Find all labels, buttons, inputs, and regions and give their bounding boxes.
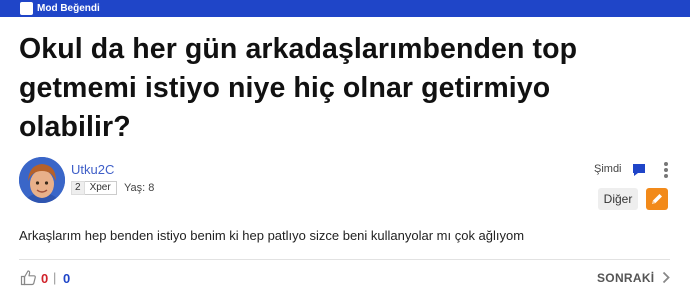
question-body: Arkaşlarım hep benden istiyo benim ki he… xyxy=(19,228,525,243)
post-time: Şimdi xyxy=(594,163,622,175)
top-bar: Mod Beğendi xyxy=(0,0,690,17)
check-badge-icon xyxy=(20,2,33,15)
divider xyxy=(19,259,670,260)
badge-label: Mod Beğendi xyxy=(37,3,100,14)
other-button[interactable]: Diğer xyxy=(598,188,638,210)
level-number: 2 xyxy=(71,181,85,195)
more-vertical-icon[interactable] xyxy=(663,161,669,179)
pencil-icon xyxy=(652,194,662,204)
question-title: Okul da her gün arkadaşlarımbenden top g… xyxy=(19,33,578,143)
chevron-right-icon[interactable] xyxy=(662,271,670,284)
level-name: Xper xyxy=(84,181,117,195)
vote-separator: | xyxy=(53,270,57,285)
author-username[interactable]: Utku2C xyxy=(71,162,114,177)
like-count: 0 xyxy=(41,271,49,286)
next-link[interactable]: SONRAKİ xyxy=(597,271,654,285)
thumbs-up-icon[interactable] xyxy=(20,269,37,286)
mod-liked-badge: Mod Beğendi xyxy=(20,2,100,15)
avatar-image xyxy=(19,157,65,203)
author-age: Yaş: 8 xyxy=(124,182,155,194)
dislike-count: 0 xyxy=(63,271,71,286)
avatar[interactable] xyxy=(19,157,65,203)
edit-button[interactable] xyxy=(646,188,668,210)
level-badge: 2 Xper xyxy=(71,181,117,195)
chat-icon[interactable] xyxy=(632,163,646,177)
